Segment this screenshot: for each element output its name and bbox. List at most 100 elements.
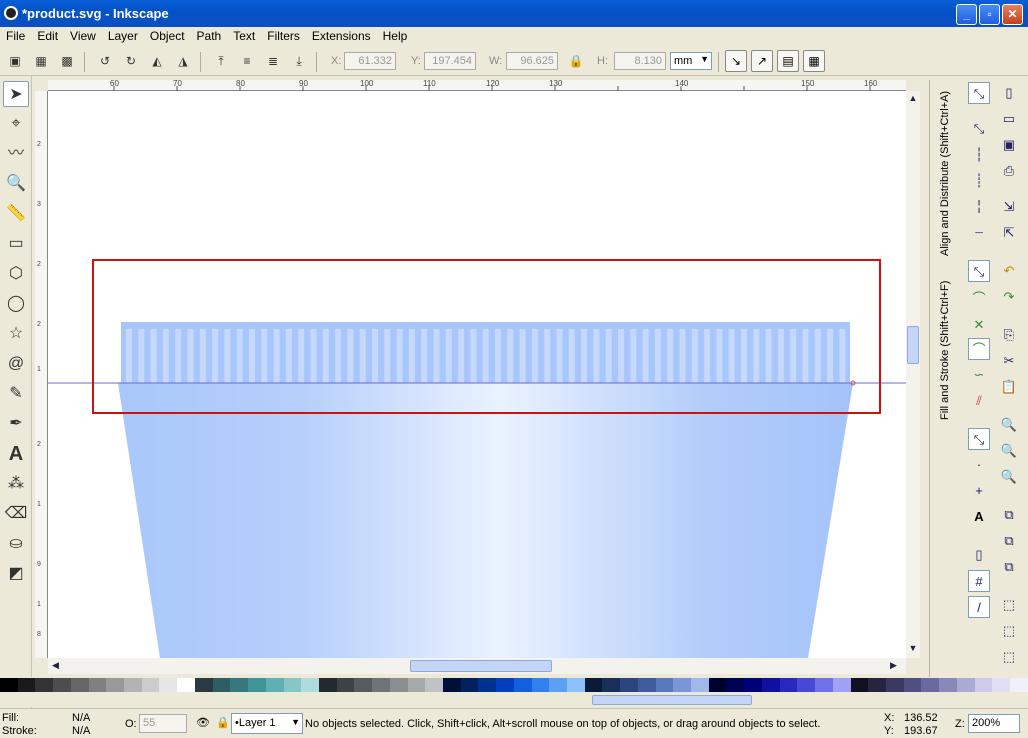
color-swatch[interactable] [708, 678, 727, 692]
color-swatch[interactable] [17, 678, 36, 692]
menu-object[interactable]: Object [144, 27, 191, 46]
color-swatch[interactable] [301, 678, 319, 692]
color-swatch[interactable] [885, 678, 904, 692]
snap-bbox-center-icon[interactable]: ┈ [968, 222, 990, 244]
color-swatch[interactable] [992, 678, 1010, 692]
color-swatch[interactable] [761, 678, 780, 692]
node-tool-icon[interactable]: ⌖ [3, 111, 29, 137]
color-swatch[interactable] [53, 678, 71, 692]
palette-scrollbar[interactable] [0, 693, 1028, 707]
pen-tool-icon[interactable]: ✒ [3, 411, 29, 437]
color-swatch[interactable] [141, 678, 160, 692]
rectangle-tool-icon[interactable]: ▭ [3, 231, 29, 257]
color-swatch[interactable] [283, 678, 302, 692]
palette-scroll-thumb[interactable] [592, 695, 752, 705]
y-field[interactable]: 197.454 [424, 52, 476, 70]
color-swatch[interactable] [903, 678, 922, 692]
color-swatch[interactable] [744, 678, 762, 692]
color-swatch[interactable] [655, 678, 674, 692]
unit-select[interactable]: mm ▼ [670, 52, 712, 70]
lock-icon[interactable]: 🔒 [566, 50, 586, 72]
drawing-canvas[interactable] [48, 91, 906, 658]
import-icon[interactable]: ⇲ [998, 196, 1020, 218]
color-swatch[interactable] [70, 678, 89, 692]
zoom-selection-icon[interactable]: 🔍 [998, 414, 1020, 436]
color-swatch[interactable] [567, 678, 585, 692]
menu-layer[interactable]: Layer [102, 27, 144, 46]
pencil-tool-icon[interactable]: ✎ [3, 381, 29, 407]
color-swatch[interactable] [478, 678, 497, 692]
snap-paths-icon[interactable]: ⌒ [968, 288, 990, 310]
export-icon[interactable]: ⇱ [998, 222, 1020, 244]
color-swatch[interactable] [584, 678, 603, 692]
cut-icon[interactable]: ✂ [998, 350, 1020, 372]
h-field[interactable]: 8.130 [614, 52, 666, 70]
color-swatch[interactable] [850, 678, 869, 692]
menu-text[interactable]: Text [227, 27, 261, 46]
unlink-clone-icon[interactable]: ⧉ [998, 556, 1020, 578]
minimize-button[interactable]: _ [956, 4, 977, 25]
select-all-layers-icon[interactable]: ▦ [30, 50, 52, 72]
print-icon[interactable]: ⎙ [998, 160, 1020, 182]
color-swatch[interactable] [230, 678, 249, 692]
eye-icon[interactable]: 👁 [196, 716, 210, 729]
measure-tool-icon[interactable]: 📏 [3, 201, 29, 227]
scroll-down-icon[interactable]: ▼ [907, 643, 919, 655]
menu-extensions[interactable]: Extensions [306, 27, 377, 46]
rotate-ccw-icon[interactable]: ↺ [94, 50, 116, 72]
color-swatch[interactable] [194, 678, 213, 692]
color-swatch[interactable] [602, 678, 621, 692]
color-swatch[interactable] [460, 678, 479, 692]
snap-bbox-midpoint-icon[interactable]: ╎ [968, 196, 990, 218]
color-swatch[interactable] [496, 678, 514, 692]
color-swatch[interactable] [177, 678, 195, 692]
zoom-page-icon[interactable]: 🔍 [998, 466, 1020, 488]
flip-horizontal-icon[interactable]: ◭ [146, 50, 168, 72]
raise-to-top-icon[interactable]: ⤒ [210, 50, 232, 72]
color-swatch[interactable] [974, 678, 993, 692]
snap-others-icon[interactable]: ⤡ [968, 428, 990, 450]
color-swatch[interactable] [939, 678, 957, 692]
color-swatch[interactable] [868, 678, 886, 692]
zoom-field[interactable]: 200% [968, 714, 1020, 733]
horizontal-scroll-thumb[interactable] [410, 660, 552, 672]
close-button[interactable]: ✕ [1002, 4, 1023, 25]
color-swatch[interactable] [318, 678, 337, 692]
snap-bbox-edge-icon[interactable]: ┆ [968, 144, 990, 166]
fill-stroke-tab[interactable]: Fill and Stroke (Shift+Ctrl+F) [939, 260, 951, 420]
zoom-tool-icon[interactable]: 🔍 [3, 171, 29, 197]
snap-bbox-icon[interactable]: ⤡ [968, 118, 990, 140]
lower-icon[interactable]: ≣ [262, 50, 284, 72]
cup-body[interactable] [118, 383, 853, 658]
snap-nodes-icon[interactable]: ⤡ [968, 260, 990, 282]
snap-grid-icon[interactable]: # [968, 570, 990, 592]
color-swatch[interactable] [88, 678, 107, 692]
undo-icon[interactable]: ↶ [998, 260, 1020, 282]
snap-center-icon[interactable]: · [968, 454, 990, 476]
color-swatch[interactable] [673, 678, 692, 692]
tweak-tool-icon[interactable]: 〰 [3, 141, 29, 167]
x-field[interactable]: 61.332 [344, 52, 396, 70]
paste-icon[interactable]: 📋 [998, 376, 1020, 398]
menu-path[interactable]: Path [191, 27, 228, 46]
color-swatch[interactable] [1009, 678, 1028, 692]
stroke-value[interactable]: N/A [72, 725, 90, 737]
lock-icon[interactable]: 🔒 [216, 716, 230, 729]
snap-page-border-icon[interactable]: ▯ [968, 544, 990, 566]
lower-to-bottom-icon[interactable]: ⤓ [288, 50, 310, 72]
move-patterns-icon[interactable]: ▦ [803, 50, 825, 72]
spray-tool-icon[interactable]: ⁂ [3, 471, 29, 497]
color-swatch[interactable] [0, 678, 18, 692]
save-icon[interactable]: ▣ [998, 134, 1020, 156]
fill-value[interactable]: N/A [72, 712, 90, 724]
vertical-scroll-thumb[interactable] [907, 326, 919, 364]
zoom-drawing-icon[interactable]: 🔍 [998, 440, 1020, 462]
ungroup-icon[interactable]: ⬚ [998, 620, 1020, 642]
color-swatch[interactable] [336, 678, 355, 692]
color-swatch[interactable] [549, 678, 567, 692]
color-swatch[interactable] [212, 678, 231, 692]
color-swatch[interactable] [389, 678, 408, 692]
color-swatch[interactable] [106, 678, 125, 692]
color-swatch[interactable] [248, 678, 266, 692]
vertical-scrollbar[interactable]: ▲ ▼ [906, 91, 920, 658]
